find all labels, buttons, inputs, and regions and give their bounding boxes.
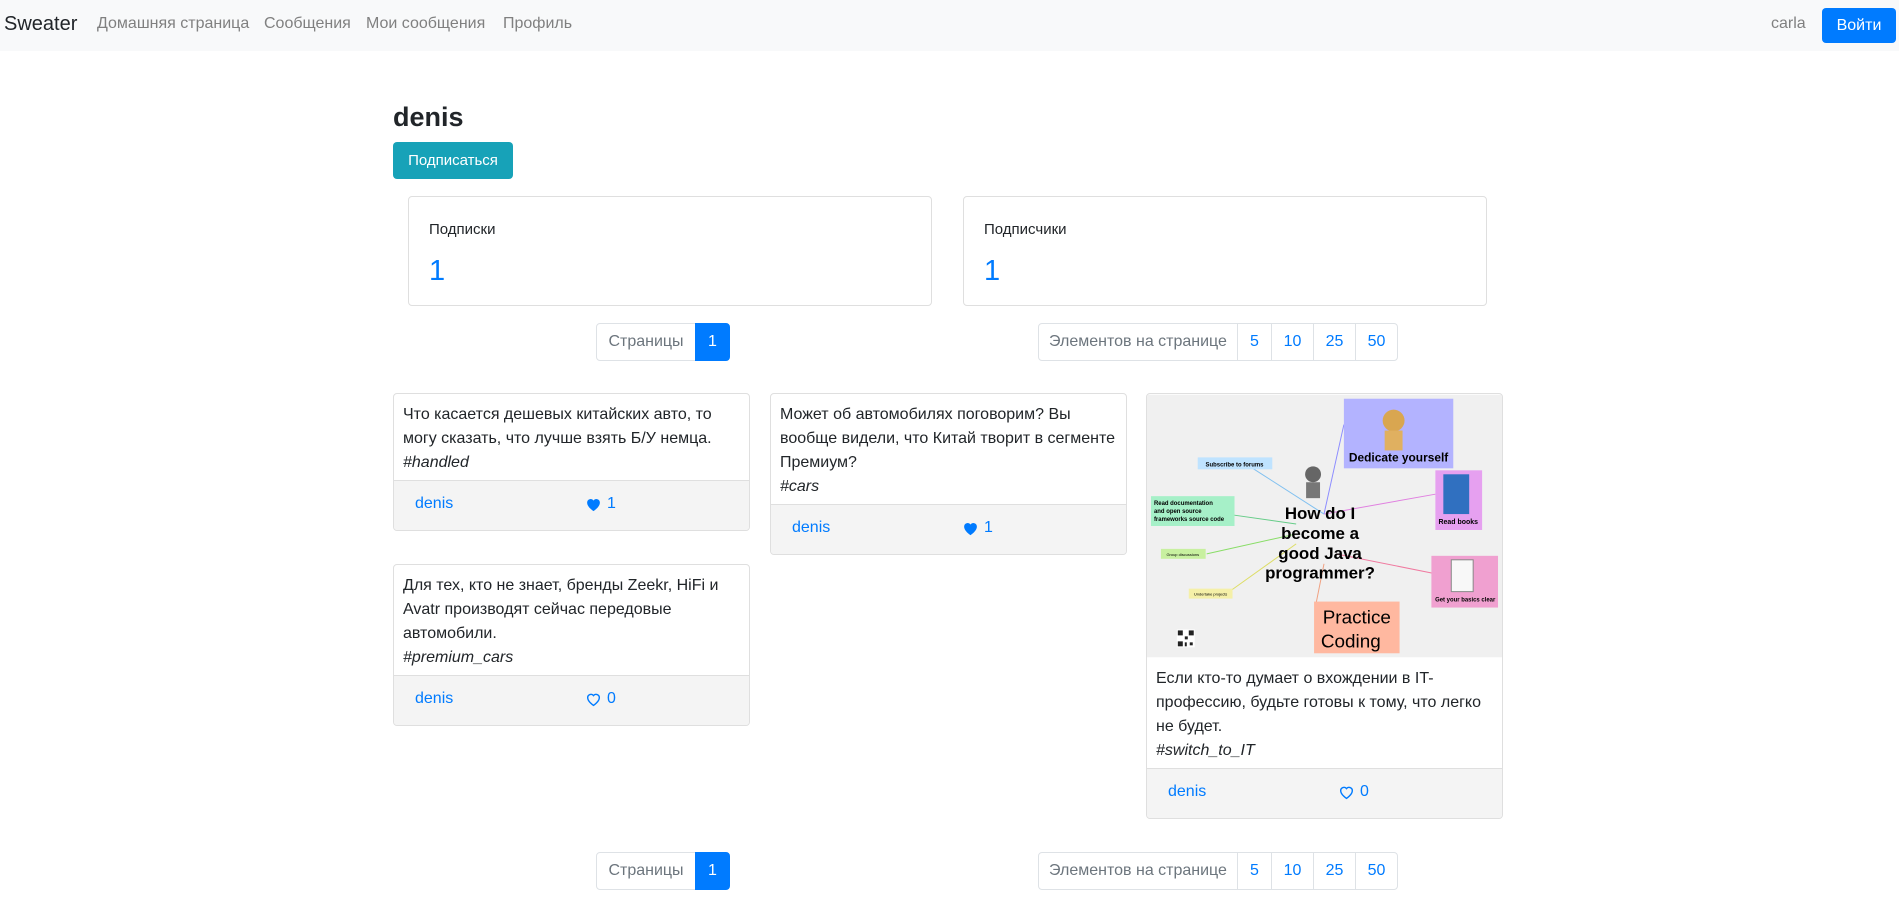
message-footer: denis 0 bbox=[1147, 768, 1502, 818]
heart-filled-icon bbox=[964, 523, 977, 536]
message-tag: #cars bbox=[780, 478, 820, 495]
per-page-option-50[interactable]: 50 bbox=[1355, 852, 1398, 890]
message-author-link[interactable]: denis bbox=[415, 690, 453, 708]
subscribers-label: Подписчики bbox=[984, 221, 1067, 238]
login-button[interactable]: Войти bbox=[1822, 8, 1896, 43]
per-page-option-50[interactable]: 50 bbox=[1355, 323, 1398, 361]
mindmap-subscribe-text: Subscribe to forums bbox=[1206, 462, 1265, 468]
page-pagination-bottom: Страницы 1 bbox=[596, 852, 730, 890]
per-page-label: Элементов на странице bbox=[1038, 852, 1238, 890]
mindmap-docs-text-1: Read documentation bbox=[1154, 501, 1213, 507]
nav-link-my-messages[interactable]: Мои сообщения bbox=[366, 15, 485, 33]
mindmap-title-2: become a bbox=[1281, 524, 1360, 543]
message-card: Что касается дешевых китайских авто, то … bbox=[393, 393, 750, 531]
per-page-option-5[interactable]: 5 bbox=[1237, 323, 1272, 361]
message-text: Что касается дешевых китайских авто, то … bbox=[403, 406, 712, 447]
like-button[interactable]: 0 bbox=[1338, 783, 1369, 801]
heart-outline-icon bbox=[1339, 786, 1354, 800]
message-tag: #premium_cars bbox=[403, 649, 514, 666]
per-page-option-25[interactable]: 25 bbox=[1313, 852, 1356, 890]
mindmap-practice-text-1: Practice bbox=[1323, 607, 1391, 628]
nav-link-profile[interactable]: Профиль bbox=[503, 15, 572, 33]
pages-label: Страницы bbox=[596, 852, 696, 890]
message-footer: denis 1 bbox=[394, 480, 749, 530]
subscribers-card: Подписчики 1 bbox=[963, 196, 1487, 306]
message-author-link[interactable]: denis bbox=[792, 519, 830, 537]
message-image[interactable]: Dedicate yourself Read books Get your ba… bbox=[1147, 394, 1502, 658]
per-page-pagination-top: Элементов на странице 5 10 25 50 bbox=[1038, 323, 1398, 361]
message-author-link[interactable]: denis bbox=[415, 495, 453, 513]
subscriptions-count[interactable]: 1 bbox=[429, 255, 445, 288]
pages-label: Страницы bbox=[596, 323, 696, 361]
mindmap-title-3: good Java bbox=[1278, 544, 1362, 563]
subscriptions-label: Подписки bbox=[429, 221, 496, 238]
mindmap-projects-text: Undertake projects bbox=[1194, 592, 1227, 597]
per-page-pagination-bottom: Элементов на странице 5 10 25 50 bbox=[1038, 852, 1398, 890]
mindmap-title-1: How do I bbox=[1285, 504, 1355, 523]
message-footer: denis 1 bbox=[771, 504, 1126, 554]
message-tag: #handled bbox=[403, 454, 469, 471]
brand-link[interactable]: Sweater bbox=[4, 13, 77, 36]
like-count: 1 bbox=[984, 519, 993, 536]
per-page-option-10[interactable]: 10 bbox=[1271, 852, 1314, 890]
mindmap-title-4: programmer? bbox=[1265, 564, 1375, 583]
mindmap-group-text: Group discussions bbox=[1166, 552, 1199, 557]
message-author-link[interactable]: denis bbox=[1168, 783, 1206, 801]
page-pagination-top: Страницы 1 bbox=[596, 323, 730, 361]
mindmap-practice-text-2: Coding bbox=[1321, 631, 1381, 652]
current-user: carla bbox=[1771, 15, 1806, 32]
nav-link-home[interactable]: Домашняя страница bbox=[97, 15, 249, 33]
message-footer: denis 0 bbox=[394, 675, 749, 725]
mindmap-basics-text: Get your basics clear bbox=[1435, 598, 1496, 604]
mindmap-docs-text-3: frameworks source code bbox=[1154, 517, 1225, 523]
subscribe-button[interactable]: Подписаться bbox=[393, 142, 513, 179]
java-mindmap-image: Dedicate yourself Read books Get your ba… bbox=[1147, 394, 1502, 658]
like-button[interactable]: 0 bbox=[585, 690, 616, 708]
per-page-label: Элементов на странице bbox=[1038, 323, 1238, 361]
message-tag: #switch_to_IT bbox=[1156, 742, 1255, 759]
per-page-option-5[interactable]: 5 bbox=[1237, 852, 1272, 890]
message-text: Если кто-то думает о вхождении в IT-проф… bbox=[1156, 670, 1482, 735]
navbar: Sweater Домашняя страница Сообщения Мои … bbox=[0, 0, 1899, 51]
subscriptions-card: Подписки 1 bbox=[408, 196, 932, 306]
like-button[interactable]: 1 bbox=[585, 495, 616, 513]
like-count: 0 bbox=[607, 690, 616, 707]
per-page-option-10[interactable]: 10 bbox=[1271, 323, 1314, 361]
message-text: Для тех, кто не знает, бренды Zeekr, HiF… bbox=[403, 577, 719, 642]
like-count: 1 bbox=[607, 495, 616, 512]
page-button-1[interactable]: 1 bbox=[695, 323, 730, 361]
nav-link-messages[interactable]: Сообщения bbox=[264, 15, 351, 33]
mindmap-docs-text-2: and open source bbox=[1154, 509, 1202, 515]
message-card: Для тех, кто не знает, бренды Zeekr, HiF… bbox=[393, 564, 750, 726]
message-card: Может об автомобилях поговорим? Вы вообщ… bbox=[770, 393, 1127, 555]
per-page-option-25[interactable]: 25 bbox=[1313, 323, 1356, 361]
message-text: Может об автомобилях поговорим? Вы вообщ… bbox=[780, 406, 1116, 471]
subscribers-count[interactable]: 1 bbox=[984, 255, 1000, 288]
mindmap-dedicate-text: Dedicate yourself bbox=[1349, 450, 1448, 464]
page-button-1[interactable]: 1 bbox=[695, 852, 730, 890]
like-count: 0 bbox=[1360, 783, 1369, 800]
profile-name: denis bbox=[393, 102, 464, 132]
heart-outline-icon bbox=[586, 693, 601, 707]
message-card: Dedicate yourself Read books Get your ba… bbox=[1146, 393, 1503, 819]
mindmap-read-books-text: Read books bbox=[1439, 519, 1479, 526]
like-button[interactable]: 1 bbox=[962, 519, 993, 537]
heart-filled-icon bbox=[587, 499, 600, 512]
